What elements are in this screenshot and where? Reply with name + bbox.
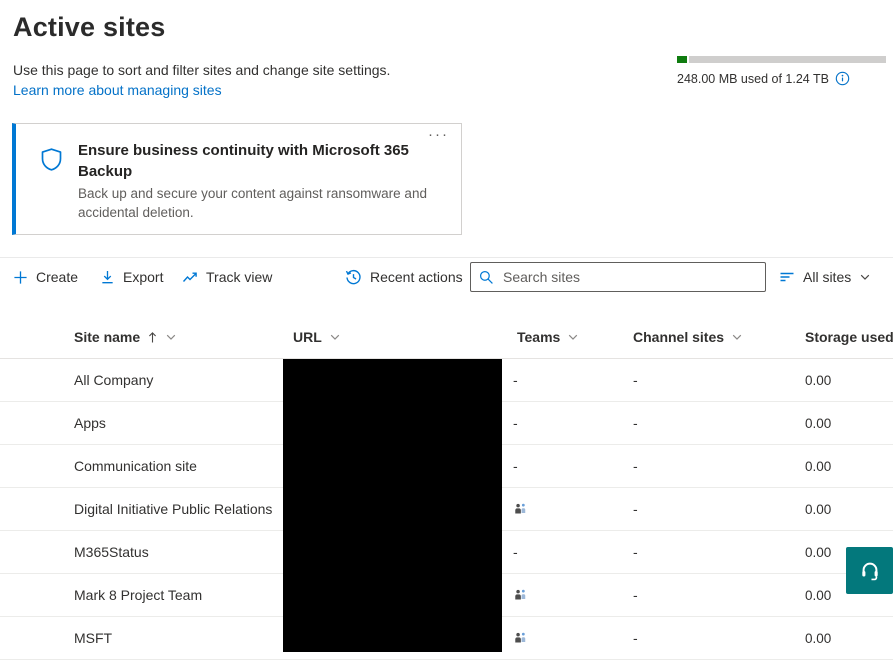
storage-used-cell: 0.00: [805, 415, 832, 431]
help-button[interactable]: [846, 547, 893, 594]
storage-used-cell: 0.00: [805, 630, 832, 646]
info-circle-icon[interactable]: [835, 71, 850, 86]
recent-actions-label: Recent actions: [370, 269, 463, 285]
column-header-teams[interactable]: Teams: [517, 329, 579, 345]
teams-people-icon: [513, 502, 527, 516]
toolbar: Create Export Track view Recent actions: [0, 257, 893, 296]
teams-cell: [513, 617, 527, 659]
chevron-down-icon: [329, 331, 341, 343]
ellipsis-icon[interactable]: ···: [428, 126, 449, 143]
backup-promo-banner: Ensure business continuity with Microsof…: [12, 123, 462, 235]
site-name-cell[interactable]: Apps: [74, 402, 106, 444]
storage-bar: [677, 56, 886, 63]
shield-icon: [38, 146, 65, 173]
teams-header-label: Teams: [517, 329, 561, 345]
recent-actions-button[interactable]: Recent actions: [345, 263, 463, 291]
storage-usage-text: 248.00 MB used of 1.24 TB: [677, 71, 829, 86]
storage-used-cell: 0.00: [805, 501, 832, 517]
site-name-cell[interactable]: Mark 8 Project Team: [74, 574, 202, 616]
storage-used-cell: 0.00: [805, 544, 832, 560]
site-name-header-label: Site name: [74, 329, 141, 345]
track-view-button[interactable]: Track view: [182, 263, 272, 291]
all-sites-filter[interactable]: All sites: [779, 263, 871, 291]
column-header-url[interactable]: URL: [293, 329, 341, 345]
channel-sites-cell: -: [633, 630, 638, 646]
headset-icon: [859, 560, 881, 582]
arrow-up-icon: [147, 331, 158, 344]
channel-sites-cell: -: [633, 544, 638, 560]
teams-cell: [513, 488, 527, 530]
teams-cell: -: [513, 458, 518, 474]
storage-used-cell: 0.00: [805, 372, 832, 388]
storage-usage-widget: 248.00 MB used of 1.24 TB: [677, 56, 886, 86]
create-button[interactable]: Create: [13, 263, 78, 291]
page-description: Use this page to sort and filter sites a…: [13, 62, 391, 78]
plus-icon: [13, 270, 28, 285]
site-name-cell[interactable]: MSFT: [74, 617, 112, 659]
all-sites-label: All sites: [803, 269, 852, 285]
channel-sites-cell: -: [633, 372, 638, 388]
teams-cell: -: [513, 372, 518, 388]
page-title: Active sites: [13, 12, 166, 42]
learn-more-link[interactable]: Learn more about managing sites: [13, 82, 222, 98]
channel-sites-cell: -: [633, 501, 638, 517]
storage-used-cell: 0.00: [805, 458, 832, 474]
site-name-cell[interactable]: Digital Initiative Public Relations: [74, 488, 272, 530]
table-header-row: Site name URL Teams Channel sites Storag…: [0, 320, 893, 359]
teams-cell: -: [513, 544, 518, 560]
chevron-down-icon: [567, 331, 579, 343]
storage-bar-free: [689, 56, 886, 63]
url-header-label: URL: [293, 329, 322, 345]
track-view-label: Track view: [206, 269, 273, 285]
download-arrow-icon: [100, 270, 115, 285]
site-name-cell[interactable]: Communication site: [74, 445, 197, 487]
teams-people-icon: [513, 588, 527, 602]
create-label: Create: [36, 269, 79, 285]
filter-lines-icon: [779, 269, 795, 285]
banner-title: Ensure business continuity with Microsof…: [78, 142, 409, 180]
search-sites-box[interactable]: [470, 262, 766, 292]
channel-sites-cell: -: [633, 458, 638, 474]
magnifier-icon: [479, 270, 494, 285]
redaction-overlay: [283, 359, 502, 652]
storage-used-cell: 0.00: [805, 587, 832, 603]
column-header-site-name[interactable]: Site name: [74, 329, 177, 345]
chevron-down-icon: [165, 331, 177, 343]
banner-body: Back up and secure your content against …: [78, 186, 427, 220]
channel-sites-header-label: Channel sites: [633, 329, 725, 345]
storage-used-header-label: Storage used (: [805, 329, 893, 345]
column-header-storage-used[interactable]: Storage used (: [805, 329, 893, 345]
active-sites-page: Active sites Use this page to sort and f…: [0, 0, 893, 660]
chevron-down-icon: [731, 331, 743, 343]
chevron-down-icon: [859, 271, 871, 283]
export-label: Export: [123, 269, 164, 285]
column-header-channel-sites[interactable]: Channel sites: [633, 329, 743, 345]
teams-cell: [513, 574, 527, 616]
storage-bar-used: [677, 56, 688, 63]
site-name-cell[interactable]: All Company: [74, 359, 153, 401]
history-clock-icon: [345, 269, 362, 286]
channel-sites-cell: -: [633, 415, 638, 431]
search-input[interactable]: [501, 268, 757, 286]
trend-line-icon: [182, 269, 198, 285]
export-button[interactable]: Export: [100, 263, 163, 291]
channel-sites-cell: -: [633, 587, 638, 603]
teams-cell: -: [513, 415, 518, 431]
site-name-cell[interactable]: M365Status: [74, 531, 149, 573]
teams-people-icon: [513, 631, 527, 645]
